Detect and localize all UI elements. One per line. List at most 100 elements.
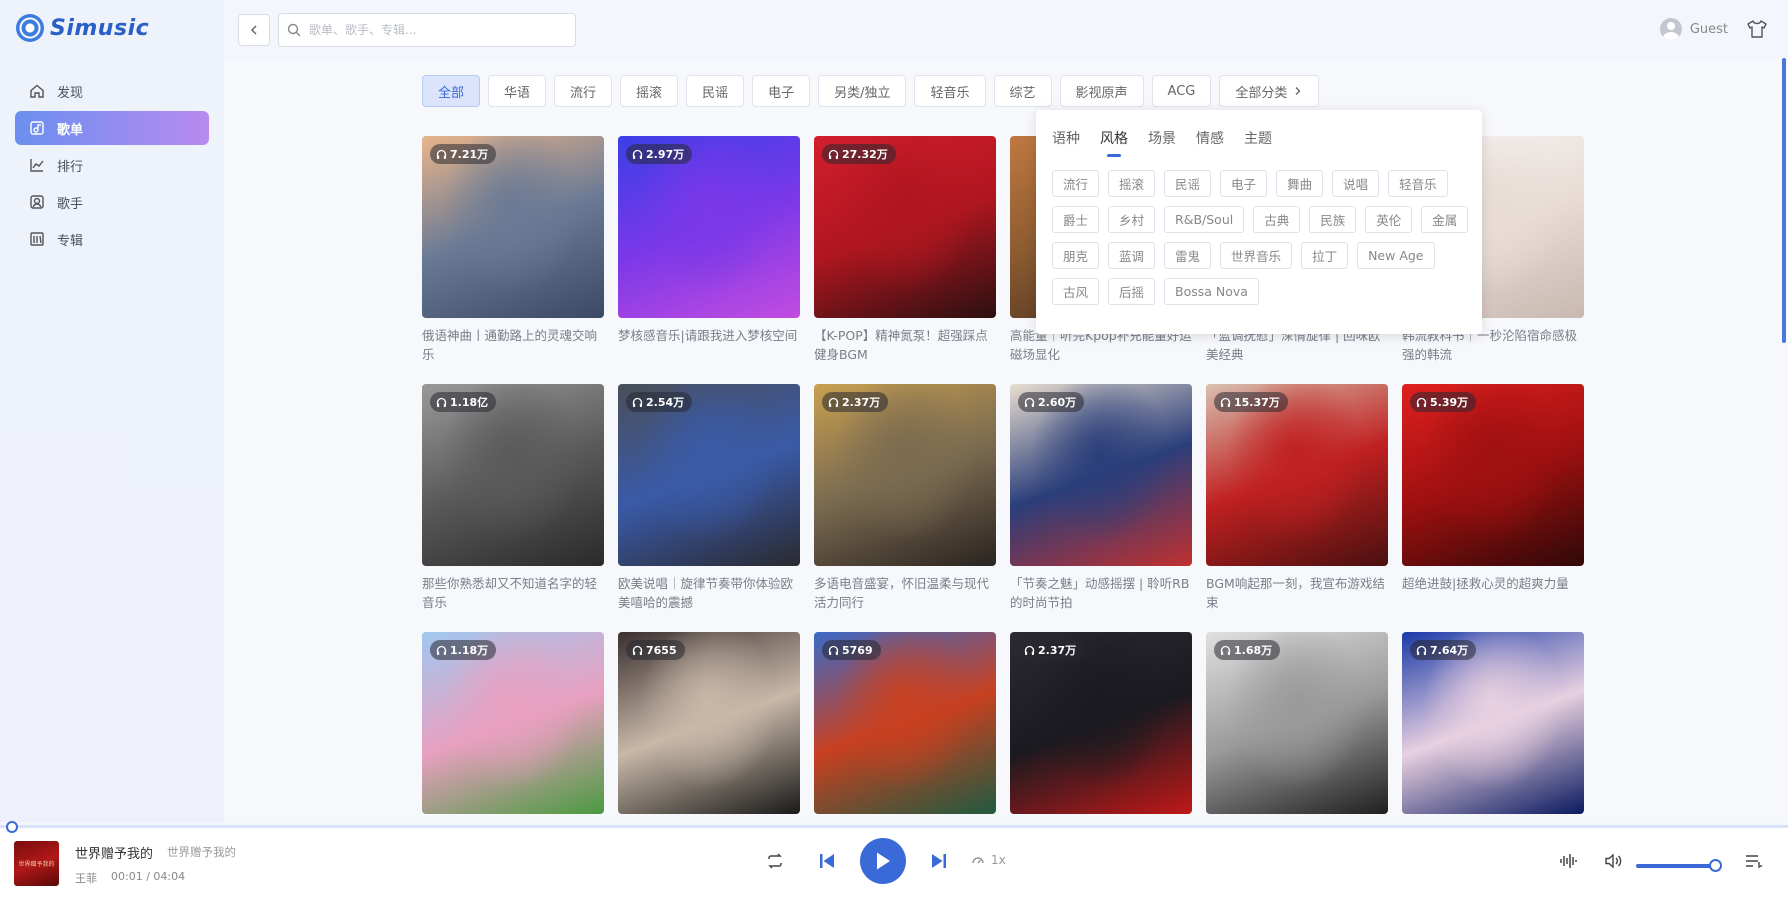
- playlist-card[interactable]: 1.68万2024年度必听电音精选|多语言: [1206, 632, 1388, 822]
- progress-handle[interactable]: [6, 821, 18, 833]
- playlist-cover[interactable]: 1.18万: [422, 632, 604, 814]
- tab-theme[interactable]: 主题: [1244, 128, 1272, 148]
- playlist-title[interactable]: BGM响起那一刻，我宣布游戏结束: [1206, 574, 1388, 612]
- playlist-cover[interactable]: 5769: [814, 632, 996, 814]
- speed-control[interactable]: 1x: [971, 853, 1006, 867]
- playlist-title[interactable]: 俄语神曲丨通勤路上的灵魂交响乐: [422, 326, 604, 364]
- category-chip[interactable]: 摇滚: [620, 75, 679, 107]
- style-tag[interactable]: 摇滚: [1108, 170, 1156, 197]
- category-chip[interactable]: 另类/独立: [818, 75, 907, 107]
- style-tag[interactable]: R&B/Soul: [1164, 206, 1245, 233]
- sidebar-item-singers[interactable]: 歌手: [15, 185, 209, 219]
- playlist-cover[interactable]: 1.18亿: [422, 384, 604, 566]
- search-input[interactable]: [309, 23, 559, 37]
- style-tag[interactable]: 拉丁: [1301, 242, 1349, 269]
- playlist-card[interactable]: 2.37万2024全球电音潮流|异域DJ带节: [1010, 632, 1192, 822]
- song-title[interactable]: 世界赠予我的: [75, 843, 153, 862]
- category-chip[interactable]: 华语: [488, 75, 547, 107]
- playlist-cover[interactable]: 7655: [618, 632, 800, 814]
- style-tag[interactable]: 乡村: [1108, 206, 1156, 233]
- volume-handle[interactable]: [1709, 859, 1722, 872]
- playlist-card[interactable]: 2.54万欧美说唱｜旋律节奏带你体验欧美嘻哈的震撼: [618, 384, 800, 612]
- style-tag[interactable]: 说唱: [1332, 170, 1380, 197]
- playlist-cover[interactable]: 15.37万: [1206, 384, 1388, 566]
- sidebar-item-albums[interactable]: 专辑: [15, 222, 209, 256]
- repeat-button[interactable]: [764, 850, 786, 872]
- style-tag[interactable]: 金属: [1421, 206, 1469, 233]
- sidebar-item-charts[interactable]: 排行: [15, 148, 209, 182]
- playlist-card[interactable]: 5.39万超绝进鼓|拯救心灵的超爽力量: [1402, 384, 1584, 612]
- playlist-card[interactable]: 7655超燃欧美Music 提升肾上腺素: [618, 632, 800, 822]
- playlist-title[interactable]: 梦核感音乐|请跟我进入梦核空间: [618, 326, 800, 364]
- playlist-cover[interactable]: 1.68万: [1206, 632, 1388, 814]
- now-playing-cover[interactable]: 世界赠予我的: [14, 841, 59, 886]
- playlist-queue-button[interactable]: [1743, 850, 1765, 872]
- tab-style[interactable]: 风格: [1100, 128, 1128, 157]
- sound-effects-button[interactable]: [1557, 850, 1579, 872]
- playlist-card[interactable]: 1.18万日语流行精选：是一听心情会: [422, 632, 604, 822]
- tshirt-icon[interactable]: [1746, 18, 1768, 40]
- playlist-cover[interactable]: 2.97万: [618, 136, 800, 318]
- category-chip[interactable]: 影视原声: [1059, 75, 1144, 107]
- style-tag[interactable]: 古风: [1052, 278, 1100, 305]
- playlist-card[interactable]: 15.37万 BGM响起那一刻，我宣布游戏结束: [1206, 384, 1388, 612]
- volume-slider[interactable]: [1636, 864, 1716, 868]
- style-tag[interactable]: 电子: [1220, 170, 1268, 197]
- tab-language[interactable]: 语种: [1052, 128, 1080, 148]
- playlist-card[interactable]: 2.60万「节奏之魅」动感摇摆 | 聆听RB的时尚节拍: [1010, 384, 1192, 612]
- sidebar-item-discover[interactable]: 发现: [15, 74, 209, 108]
- all-categories-button[interactable]: 全部分类: [1219, 75, 1320, 107]
- category-chip[interactable]: 民谣: [686, 75, 745, 107]
- playlist-card[interactable]: 2.37万多语电音盛宴，怀旧温柔与现代活力同行: [814, 384, 996, 612]
- style-tag[interactable]: 流行: [1052, 170, 1100, 197]
- category-chip[interactable]: 综艺: [993, 75, 1052, 107]
- search-box[interactable]: [278, 13, 576, 47]
- playlist-card[interactable]: 27.32万【K-POP】精神氮泵！超强踩点健身BGM: [814, 136, 996, 364]
- playlist-cover[interactable]: 27.32万: [814, 136, 996, 318]
- playlist-cover[interactable]: 2.37万: [1010, 632, 1192, 814]
- style-tag[interactable]: 朋克: [1052, 242, 1100, 269]
- style-tag[interactable]: 民族: [1309, 206, 1357, 233]
- style-tag[interactable]: Bossa Nova: [1164, 278, 1259, 305]
- category-chip[interactable]: 全部: [422, 75, 481, 107]
- style-tag[interactable]: 舞曲: [1276, 170, 1324, 197]
- playlist-title[interactable]: 【K-POP】精神氮泵！超强踩点健身BGM: [814, 326, 996, 364]
- playlist-title[interactable]: 「节奏之魅」动感摇摆 | 聆听RB的时尚节拍: [1010, 574, 1192, 612]
- playlist-cover[interactable]: 2.54万: [618, 384, 800, 566]
- style-tag[interactable]: 民谣: [1164, 170, 1212, 197]
- style-tag[interactable]: 英伦: [1365, 206, 1413, 233]
- style-tag[interactable]: 爵士: [1052, 206, 1100, 233]
- tab-scene[interactable]: 场景: [1148, 128, 1176, 148]
- style-tag[interactable]: 世界音乐: [1220, 242, 1293, 269]
- playlist-cover[interactable]: 2.37万: [814, 384, 996, 566]
- playlist-cover[interactable]: 7.21万: [422, 136, 604, 318]
- scrollbar[interactable]: [1782, 58, 1786, 343]
- app-logo[interactable]: Simusic: [16, 14, 149, 42]
- back-button[interactable]: [238, 14, 270, 46]
- style-tag[interactable]: 蓝调: [1108, 242, 1156, 269]
- next-button[interactable]: [928, 850, 950, 872]
- style-tag[interactable]: New Age: [1357, 242, 1435, 269]
- playlist-card[interactable]: 7.64万韩国三大台Kpop年末阵容团体: [1402, 632, 1584, 822]
- category-chip[interactable]: ACG: [1151, 75, 1212, 107]
- style-tag[interactable]: 古典: [1253, 206, 1301, 233]
- style-tag[interactable]: 后摇: [1108, 278, 1156, 305]
- playlist-card[interactable]: 2.97万梦核感音乐|请跟我进入梦核空间: [618, 136, 800, 364]
- artist-name[interactable]: 王菲: [75, 870, 97, 886]
- playlist-card[interactable]: 7.21万俄语神曲丨通勤路上的灵魂交响乐: [422, 136, 604, 364]
- playlist-cover[interactable]: 5.39万: [1402, 384, 1584, 566]
- user-menu[interactable]: Guest: [1659, 18, 1728, 40]
- playlist-title[interactable]: 欧美说唱｜旋律节奏带你体验欧美嘻哈的震撼: [618, 574, 800, 612]
- playlist-title[interactable]: 超绝进鼓|拯救心灵的超爽力量: [1402, 574, 1584, 612]
- category-chip[interactable]: 电子: [752, 75, 811, 107]
- playlist-cover[interactable]: 2.60万: [1010, 384, 1192, 566]
- playlist-title[interactable]: 那些你熟悉却又不知道名字的轻音乐: [422, 574, 604, 612]
- playlist-card[interactable]: 5769高燃ACG｜巅峰战力的觉醒时刻: [814, 632, 996, 822]
- play-button[interactable]: [860, 838, 906, 884]
- playlist-card[interactable]: 1.18亿那些你熟悉却又不知道名字的轻音乐: [422, 384, 604, 612]
- previous-button[interactable]: [816, 850, 838, 872]
- sidebar-item-playlists[interactable]: 歌单: [15, 111, 209, 145]
- playlist-title[interactable]: 多语电音盛宴，怀旧温柔与现代活力同行: [814, 574, 996, 612]
- tab-emotion[interactable]: 情感: [1196, 128, 1224, 148]
- category-chip[interactable]: 流行: [554, 75, 613, 107]
